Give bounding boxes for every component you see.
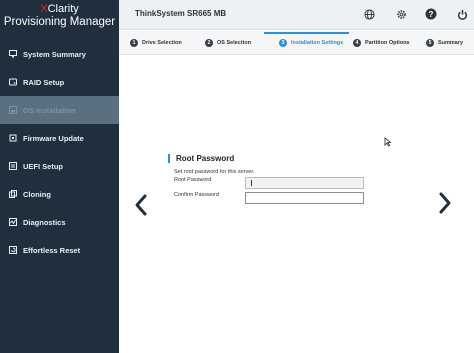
- sidebar: XClarity Provisioning Manager System Sum…: [0, 0, 119, 353]
- step-number: 3: [279, 39, 287, 47]
- disc-icon: [9, 106, 17, 114]
- sidebar-item-raid-setup[interactable]: RAID Setup: [0, 68, 119, 96]
- sidebar-item-cloning[interactable]: Cloning: [0, 180, 119, 208]
- root-password-label: Root Password: [174, 177, 212, 183]
- diagnostics-icon: [9, 218, 17, 226]
- sidebar-item-firmware-update[interactable]: Firmware Update: [0, 124, 119, 152]
- sidebar-item-system-summary[interactable]: System Summary: [0, 40, 119, 68]
- sidebar-item-effortless-reset[interactable]: Effortless Reset: [0, 236, 119, 264]
- form-description: Set root password for this server.: [174, 169, 255, 175]
- active-step-indicator: [264, 32, 349, 34]
- brand-x: X: [40, 3, 48, 15]
- step-number: 1: [130, 39, 138, 47]
- step-label: Partition Options: [365, 40, 410, 46]
- previous-arrow-icon[interactable]: [133, 193, 149, 217]
- step-label: Drive Selection: [142, 40, 182, 46]
- sidebar-item-label: Cloning: [23, 189, 51, 199]
- settings-panel-icon: [9, 162, 17, 170]
- system-title: ThinkSystem SR665 MB: [135, 9, 227, 18]
- text-caret: [251, 180, 252, 186]
- sidebar-item-label: Firmware Update: [23, 133, 84, 143]
- wizard-steps: 1 Drive Selection 2 OS Selection 3 Installa…: [119, 31, 474, 55]
- brand-clarity: Clarity: [47, 3, 79, 15]
- sidebar-nav: System Summary RAID Setup OS Installatio…: [0, 40, 119, 264]
- brand-product: Provisioning Manager: [3, 16, 116, 28]
- sidebar-item-label: System Summary: [23, 49, 86, 59]
- step-number: 2: [205, 39, 213, 47]
- step-label: Installation Settings: [291, 40, 344, 46]
- confirm-password-field[interactable]: [245, 192, 364, 204]
- gear-icon[interactable]: [395, 8, 407, 20]
- globe-icon[interactable]: [363, 8, 375, 20]
- reset-icon: [9, 246, 17, 254]
- sidebar-item-uefi-setup[interactable]: UEFI Setup: [0, 152, 119, 180]
- root-password-field[interactable]: [245, 177, 364, 189]
- step-os-selection[interactable]: 2 OS Selection: [205, 31, 251, 55]
- power-icon[interactable]: [456, 8, 468, 20]
- step-drive-selection[interactable]: 1 Drive Selection: [130, 31, 182, 55]
- sidebar-item-label: UEFI Setup: [23, 161, 64, 171]
- sidebar-item-label: RAID Setup: [23, 77, 65, 87]
- sidebar-item-os-installation[interactable]: OS Installation: [0, 96, 119, 124]
- sidebar-item-diagnostics[interactable]: Diagnostics: [0, 208, 119, 236]
- copy-icon: [9, 190, 17, 198]
- sidebar-item-label: Effortless Reset: [23, 245, 81, 255]
- top-header: ThinkSystem SR665 MB ?: [119, 0, 474, 30]
- disk-icon: [9, 78, 17, 86]
- sidebar-item-label: Diagnostics: [23, 217, 66, 227]
- monitor-icon: [9, 50, 17, 58]
- step-partition-options[interactable]: 4 Partition Options: [353, 31, 410, 55]
- step-number: 5: [426, 39, 434, 47]
- confirm-password-label: Confirm Password: [174, 192, 219, 198]
- step-installation-settings[interactable]: 3 Installation Settings: [279, 31, 343, 55]
- mouse-pointer-icon: [384, 134, 392, 152]
- form-title: Root Password: [168, 154, 368, 163]
- brand-logo: XClarity Provisioning Manager: [0, 0, 119, 38]
- next-arrow-icon[interactable]: [437, 191, 453, 215]
- sidebar-item-label: OS Installation: [23, 105, 76, 115]
- step-summary[interactable]: 5 Summary: [426, 31, 463, 55]
- step-label: Summary: [438, 40, 464, 46]
- chip-icon: [9, 134, 17, 142]
- root-password-form: Root Password Set root password for this…: [168, 154, 368, 204]
- step-label: OS Selection: [217, 40, 251, 46]
- svg-text:?: ?: [429, 10, 434, 19]
- main-content: [119, 56, 474, 353]
- help-icon[interactable]: ?: [425, 8, 437, 20]
- step-number: 4: [353, 39, 361, 47]
